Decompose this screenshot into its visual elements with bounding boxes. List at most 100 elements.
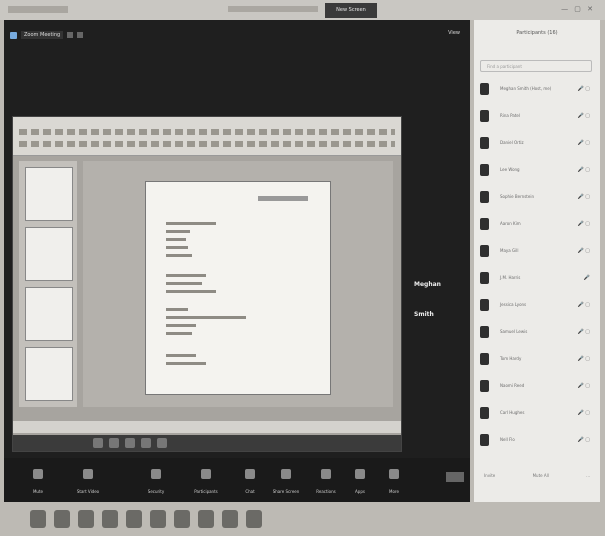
security-button[interactable]: Security [136, 464, 176, 494]
status-icons[interactable]: 🎤 ▢ [577, 329, 590, 335]
mic-icon [33, 469, 43, 479]
status-icons[interactable]: 🎤 ▢ [577, 86, 590, 92]
status-icons[interactable]: 🎤 [584, 275, 590, 281]
dock-icon[interactable] [102, 510, 118, 528]
more-options-button[interactable]: ... [586, 473, 590, 478]
slide-thumbnail[interactable] [25, 287, 73, 341]
avatar [480, 245, 489, 257]
task-icon [125, 438, 135, 448]
chat-button[interactable]: Chat [230, 464, 270, 494]
status-icons[interactable]: 🎤 ▢ [577, 410, 590, 416]
slide-line [166, 290, 216, 293]
shield-icon[interactable] [10, 31, 17, 39]
slide-line [166, 238, 186, 241]
dock-icon[interactable] [222, 510, 238, 528]
presenter-surname: Smith [414, 311, 434, 318]
dock-icon[interactable] [30, 510, 46, 528]
window-tab[interactable]: New Screen [325, 3, 377, 18]
dock-icon[interactable] [150, 510, 166, 528]
participant-row[interactable]: Daniel Ortiz 🎤 ▢ [480, 134, 594, 154]
people-icon [201, 469, 211, 479]
slide-line [166, 308, 188, 311]
share-screen-button[interactable]: Share Screen [266, 464, 306, 494]
task-icon [93, 438, 103, 448]
participant-row[interactable]: Nell Flo 🎤 ▢ [480, 431, 594, 451]
participant-row[interactable]: Maya Gill 🎤 ▢ [480, 242, 594, 262]
status-icons[interactable]: 🎤 ▢ [577, 437, 590, 443]
participant-row[interactable]: J.M. Harris 🎤 [480, 269, 594, 289]
status-icons[interactable]: 🎤 ▢ [577, 194, 590, 200]
mute-all-button[interactable]: Mute All [533, 473, 549, 478]
participant-row[interactable]: Jessica Lyons 🎤 ▢ [480, 296, 594, 316]
participants-panel: Participants (16) Find a participant Meg… [474, 20, 600, 502]
participant-row[interactable]: Carl Hughes 🎤 ▢ [480, 404, 594, 424]
smile-icon [321, 469, 331, 479]
status-icons[interactable]: 🎤 ▢ [577, 383, 590, 389]
avatar [480, 326, 489, 338]
app-status-bar [13, 421, 401, 433]
status-icons[interactable]: 🎤 ▢ [577, 302, 590, 308]
status-icons[interactable]: 🎤 ▢ [577, 248, 590, 254]
view-button[interactable]: View [448, 30, 460, 36]
participant-row[interactable]: Lee Wong 🎤 ▢ [480, 161, 594, 181]
participant-row[interactable]: Rina Patel 🎤 ▢ [480, 107, 594, 127]
dock-icon[interactable] [246, 510, 262, 528]
chat-icon [245, 469, 255, 479]
participants-footer: Invite Mute All ... [484, 473, 590, 478]
video-button[interactable]: Start Video [68, 464, 108, 494]
status-icons[interactable]: 🎤 ▢ [577, 221, 590, 227]
info-icon[interactable] [67, 32, 74, 38]
slide-line [166, 230, 190, 233]
invite-button[interactable]: Invite [484, 473, 495, 478]
zoom-meeting-window: Zoom Meeting View Meghan Smith [4, 20, 470, 502]
participants-title: Participants (16) [516, 30, 558, 36]
presenter-name: Meghan [414, 281, 441, 288]
title-bar: New Screen — ▢ ✕ [0, 0, 605, 20]
window-controls[interactable]: — ▢ ✕ [561, 5, 595, 13]
screen: New Screen — ▢ ✕ Zoom Meeting View Megha… [0, 0, 605, 536]
slide-thumbnail[interactable] [25, 227, 73, 281]
avatar [480, 191, 489, 203]
grid-icon[interactable] [77, 32, 84, 38]
slide-thumbnail[interactable] [25, 347, 73, 401]
participant-row[interactable]: Samuel Lewis 🎤 ▢ [480, 323, 594, 343]
slide-line [166, 246, 188, 249]
more-button[interactable]: More [374, 464, 414, 494]
participant-row[interactable]: Meghan Smith (Host, me) 🎤 ▢ [480, 80, 594, 100]
avatar [480, 299, 489, 311]
slide-thumbnail[interactable] [25, 167, 73, 221]
shared-taskbar [13, 435, 401, 451]
participant-row[interactable]: Aaron Kim 🎤 ▢ [480, 215, 594, 235]
dock-icon[interactable] [54, 510, 70, 528]
participant-row[interactable]: Sophie Bernstein 🎤 ▢ [480, 188, 594, 208]
share-icon [281, 469, 291, 479]
meeting-label[interactable]: Zoom Meeting [21, 31, 64, 39]
participants-button[interactable]: Participants [186, 464, 226, 494]
participant-row[interactable]: Naomi Reed 🎤 ▢ [480, 377, 594, 397]
status-icons[interactable]: 🎤 ▢ [577, 140, 590, 146]
avatar [480, 137, 489, 149]
status-icons[interactable]: 🎤 ▢ [577, 356, 590, 362]
avatar [480, 380, 489, 392]
presenter-video: Meghan Smith [414, 270, 441, 330]
end-button[interactable] [446, 472, 464, 482]
mute-button[interactable]: Mute [18, 464, 58, 494]
avatar [480, 272, 489, 284]
slide-line [166, 354, 196, 357]
apps-icon [355, 469, 365, 479]
dock-icon[interactable] [78, 510, 94, 528]
participant-search-input[interactable]: Find a participant [480, 60, 592, 72]
status-icons[interactable]: 🎤 ▢ [577, 113, 590, 119]
task-icon [141, 438, 151, 448]
slide-line [166, 222, 216, 225]
dock-icon[interactable] [126, 510, 142, 528]
dock-icon[interactable] [174, 510, 190, 528]
status-icons[interactable]: 🎤 ▢ [577, 167, 590, 173]
desktop-dock [30, 506, 290, 532]
participant-row[interactable]: Tom Hardy 🎤 ▢ [480, 350, 594, 370]
camera-icon [83, 469, 93, 479]
avatar [480, 218, 489, 230]
dock-icon[interactable] [198, 510, 214, 528]
avatar [480, 353, 489, 365]
meeting-header: Zoom Meeting [10, 28, 84, 42]
